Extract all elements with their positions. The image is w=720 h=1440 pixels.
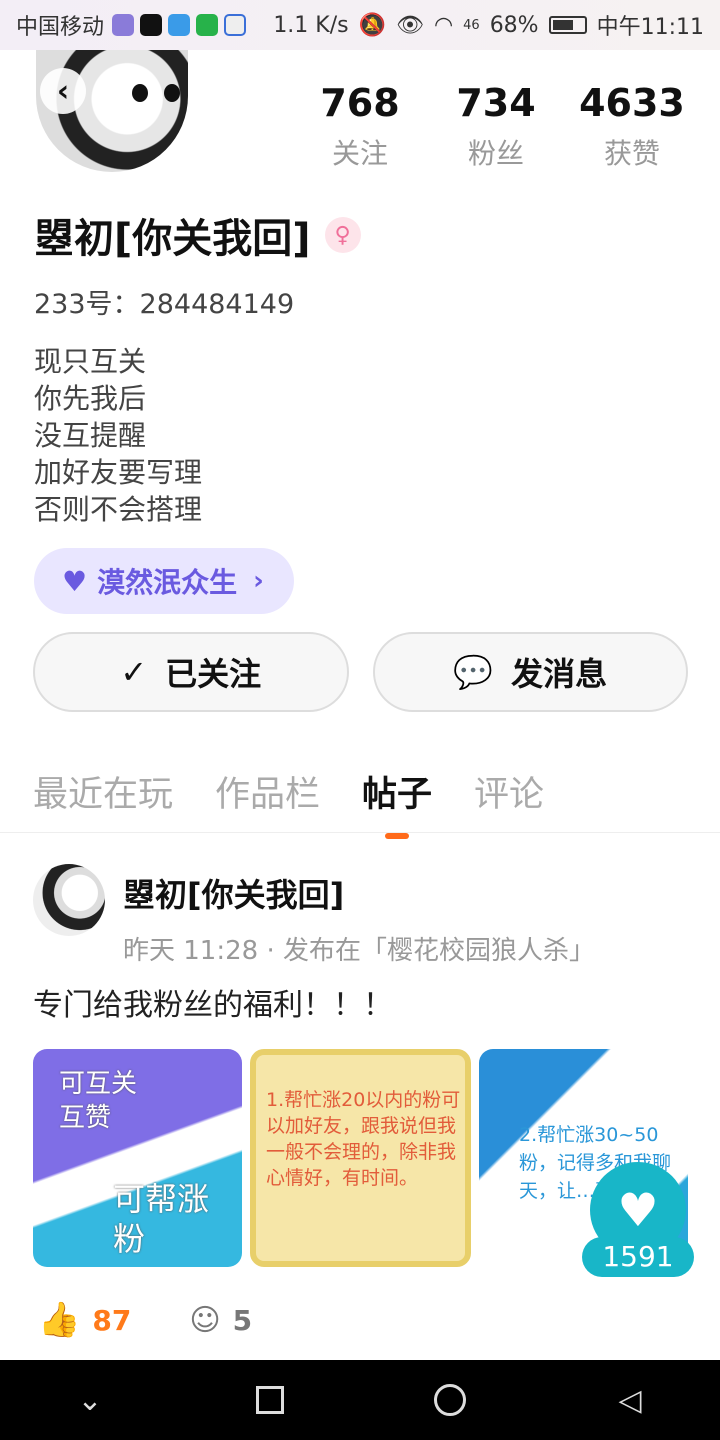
stat-followers[interactable]: 734 粉丝 [428, 80, 564, 172]
following-button[interactable]: ✓ 已关注 [33, 632, 349, 712]
stats-row: 768 关注 734 粉丝 4633 获赞 [292, 80, 700, 172]
stat-value: 734 [456, 81, 536, 125]
action-buttons: ✓ 已关注 💬 发消息 [33, 632, 688, 712]
back-button[interactable]: ‹ [40, 68, 86, 114]
network-speed: 1.1 K/s [273, 12, 349, 38]
comment-button[interactable]: ☺ 5 [189, 1303, 252, 1338]
battery-icon [548, 16, 587, 34]
profile-bio: 现只互关 你先我后 没互提醒 加好友要写理 否则不会搭理 [34, 343, 694, 528]
check-icon: ✓ [120, 653, 148, 691]
female-icon: ♀ [324, 217, 361, 253]
name-row: 曌初[你关我回] ♀ [34, 206, 694, 264]
like-count: 87 [92, 1303, 132, 1337]
tiktok-icon [140, 14, 163, 36]
tab-posts[interactable]: 帖子 [362, 766, 432, 839]
tag-label: 漠然泯众生 [97, 566, 238, 599]
wifi-icon: ◠ [433, 12, 454, 38]
fan-club-tag[interactable]: ♥ 漠然泯众生 › [34, 548, 294, 614]
post-image[interactable]: 1.帮忙涨20以内的粉可以加好友，跟我说但我一般不会理的，除非我心情好，有时间。 [250, 1049, 471, 1267]
mute-icon: 🔕 [358, 12, 386, 38]
chevron-down-icon[interactable]: ⌄ [60, 1370, 120, 1430]
post-meta: 昨天 11:28 · 发布在「樱花校园狼人杀」 [123, 936, 595, 966]
app-icon [196, 14, 219, 36]
post-avatar[interactable] [33, 864, 105, 936]
bio-line: 否则不会搭理 [34, 493, 203, 526]
heart-count: 1591 [582, 1237, 694, 1277]
app-icon [168, 14, 191, 36]
stat-value: 768 [320, 81, 400, 125]
bio-line: 没互提醒 [34, 419, 147, 452]
image-text: 可帮涨 粉 [113, 1180, 210, 1258]
circle-icon [434, 1384, 466, 1416]
app-icon [112, 14, 135, 36]
profile-name: 曌初[你关我回] [34, 216, 311, 262]
post-images: 可互关 互赞 可帮涨 粉 1.帮忙涨20以内的粉可以加好友，跟我说但我一般不会理… [33, 1049, 688, 1267]
thumbs-up-icon: 👍 [38, 1300, 81, 1340]
tab-works[interactable]: 作品栏 [215, 766, 320, 839]
bio-line: 你先我后 [34, 382, 147, 415]
divider [0, 832, 720, 833]
eye-icon: 👁 [396, 12, 424, 38]
heart-icon: ♥ [617, 1183, 659, 1237]
stat-label: 关注 [331, 137, 388, 170]
system-nav-bar: ⌄ ◁ [0, 1360, 720, 1440]
back-nav-button[interactable]: ◁ [600, 1370, 660, 1430]
stat-value: 4633 [579, 81, 685, 125]
heart-icon: ♥ [62, 564, 88, 598]
image-text: 1.帮忙涨20以内的粉可以加好友，跟我说但我一般不会理的，除非我心情好，有时间。 [266, 1089, 461, 1189]
notification-icons [112, 14, 247, 36]
profile-info: 曌初[你关我回] ♀ 233号：284484149 现只互关 你先我后 没互提醒… [34, 206, 694, 614]
recents-button[interactable] [240, 1370, 300, 1430]
chevron-right-icon: › [253, 566, 264, 596]
chat-bubble-icon: 💬 [453, 653, 494, 691]
signal-icon: 46 [463, 17, 480, 33]
like-button[interactable]: 👍 87 [38, 1300, 131, 1340]
stat-following[interactable]: 768 关注 [292, 80, 428, 172]
post-header: 曌初[你关我回] 昨天 11:28 · 发布在「樱花校园狼人杀」 [33, 864, 595, 967]
post-text: 专门给我粉丝的福利！！！ [33, 988, 393, 1023]
message-label: 发消息 [511, 655, 608, 693]
baidu-icon [224, 14, 247, 36]
tab-comments[interactable]: 评论 [474, 766, 544, 839]
profile-uid: 233号：284484149 [34, 289, 295, 320]
status-bar: 中国移动 1.1 K/s 🔕 👁 ◠ 46 68% 中午11:11 [0, 0, 720, 50]
comment-icon: ☺ [189, 1302, 221, 1338]
stat-label: 粉丝 [467, 137, 524, 170]
home-button[interactable] [420, 1370, 480, 1430]
profile-header: ‹ 768 关注 734 粉丝 4633 获赞 [0, 50, 720, 210]
stat-likes[interactable]: 4633 获赞 [564, 80, 700, 172]
battery-percent: 68% [489, 12, 539, 38]
following-label: 已关注 [165, 655, 262, 693]
post-author[interactable]: 曌初[你关我回] [123, 870, 595, 916]
carrier-label: 中国移动 [16, 15, 105, 40]
tab-recent-play[interactable]: 最近在玩 [33, 766, 173, 839]
content-tabs: 最近在玩 作品栏 帖子 评论 [33, 766, 544, 839]
image-text: 可互关 互赞 [59, 1069, 138, 1133]
message-button[interactable]: 💬 发消息 [372, 632, 688, 712]
clock: 中午11:11 [596, 15, 704, 40]
bio-line: 加好友要写理 [34, 456, 203, 489]
stat-label: 获赞 [603, 137, 660, 170]
comment-count: 5 [232, 1303, 253, 1337]
post-footer: 👍 87 ☺ 5 [38, 1300, 252, 1340]
post-image[interactable]: 可互关 互赞 可帮涨 粉 [33, 1049, 242, 1267]
bio-line: 现只互关 [34, 345, 147, 378]
square-icon [256, 1386, 284, 1414]
